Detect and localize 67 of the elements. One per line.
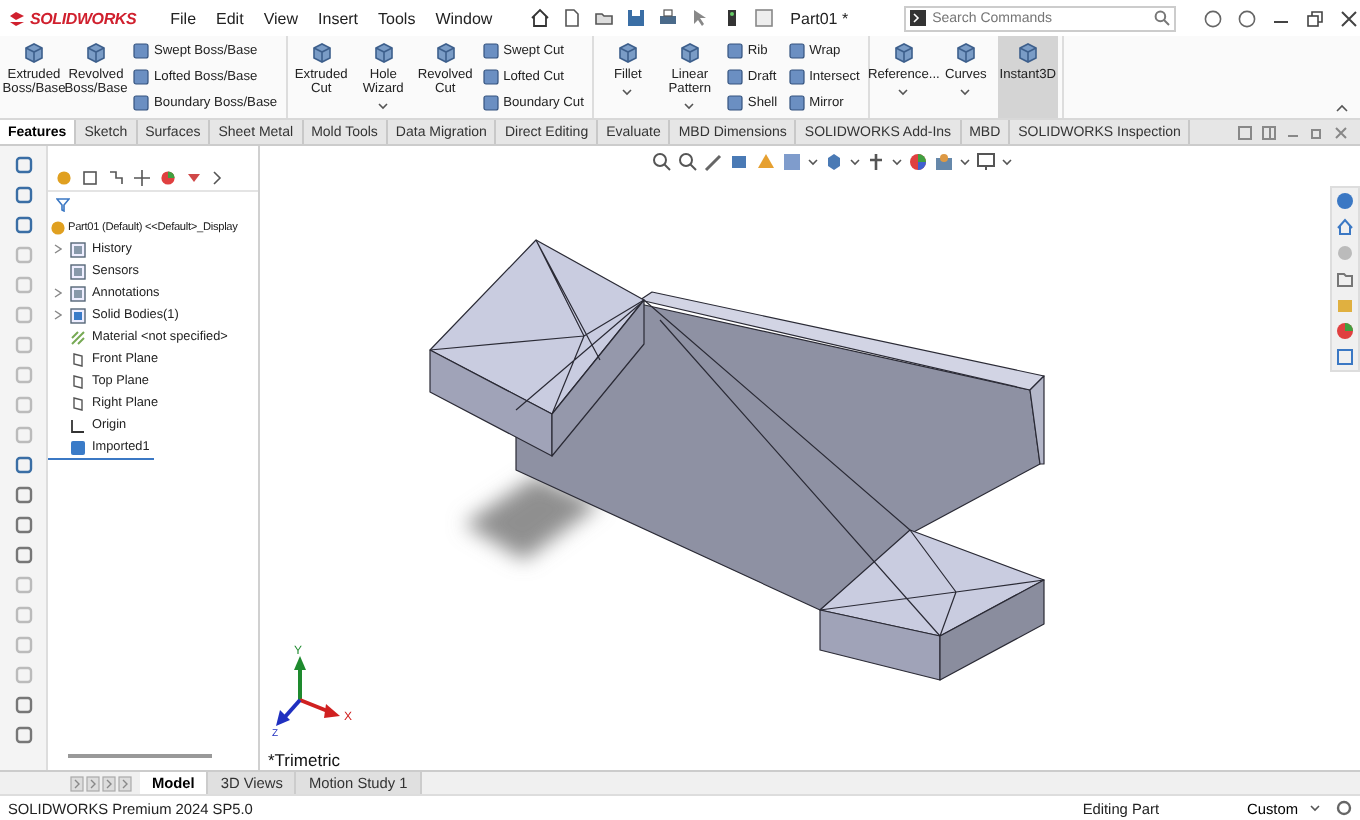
shadow-shape <box>464 476 600 560</box>
save-icon[interactable] <box>626 8 647 28</box>
caret-icon[interactable] <box>1002 158 1012 166</box>
logo-icon <box>8 9 26 27</box>
caret-icon[interactable] <box>960 158 970 166</box>
cube-icon[interactable] <box>309 40 334 64</box>
menu-item[interactable]: View <box>261 9 301 27</box>
3d-model-drawing[interactable] <box>429 239 1045 681</box>
navigation-arrow-icon[interactable] <box>86 775 100 791</box>
navigation-arrow-icon[interactable] <box>102 775 116 791</box>
new-document-icon[interactable] <box>562 8 583 28</box>
home-icon[interactable] <box>530 8 551 28</box>
appearance-icon[interactable] <box>1336 322 1354 340</box>
folder-icon[interactable] <box>1336 270 1354 288</box>
view-name: *Trimetric <box>268 750 341 770</box>
open-folder-icon[interactable] <box>594 8 615 28</box>
caret-icon[interactable] <box>808 158 818 166</box>
cube-icon[interactable] <box>84 40 108 64</box>
scene-icon[interactable] <box>934 152 954 172</box>
origin-icon <box>70 417 86 433</box>
appearance-icon[interactable] <box>160 170 176 186</box>
cube-icon[interactable] <box>891 40 916 64</box>
menu-item[interactable]: File <box>168 9 199 27</box>
scroll-bar[interactable] <box>68 754 212 758</box>
pointer-icon[interactable] <box>690 8 711 28</box>
menu-item[interactable]: Window <box>433 9 495 27</box>
restore-icon[interactable] <box>1306 9 1325 27</box>
cube-icon[interactable] <box>615 40 640 64</box>
body-icon <box>70 439 86 455</box>
tile-icon[interactable] <box>1262 125 1276 139</box>
app-logo: SOLIDWORKS <box>30 9 137 27</box>
cube-icon[interactable] <box>677 40 702 64</box>
cube-icon[interactable] <box>371 40 396 64</box>
terminal-icon <box>910 10 927 26</box>
filter-icon[interactable] <box>56 197 70 211</box>
menu-item[interactable]: Tools <box>376 9 418 27</box>
caret-icon[interactable] <box>898 88 909 96</box>
caret-icon[interactable] <box>960 88 971 96</box>
printer-icon[interactable] <box>658 8 679 28</box>
caret-icon[interactable] <box>622 88 633 96</box>
caret-icon[interactable] <box>1310 804 1320 812</box>
chevron-icon[interactable] <box>212 170 222 186</box>
menu-item[interactable]: Insert <box>316 9 361 27</box>
zoom-to-fit-icon[interactable] <box>652 152 672 172</box>
menu-item[interactable]: Edit <box>214 9 246 27</box>
navigation-arrow-icon[interactable] <box>70 775 84 791</box>
caret-icon[interactable] <box>892 158 902 166</box>
pencil-icon[interactable] <box>704 152 724 172</box>
tile-icon[interactable] <box>1238 125 1252 139</box>
close-icon[interactable] <box>1340 9 1359 27</box>
material-icon <box>70 329 86 345</box>
cube-icon[interactable] <box>433 40 458 64</box>
cube-icon[interactable] <box>1015 40 1040 64</box>
caret-icon[interactable] <box>684 102 695 110</box>
monitor-icon[interactable] <box>976 152 996 172</box>
collapse-icon[interactable] <box>1336 104 1348 112</box>
cube-icon[interactable] <box>22 40 46 64</box>
zoom-area-icon[interactable] <box>678 152 698 172</box>
caret-icon[interactable] <box>378 102 389 110</box>
navigation-arrow-icon[interactable] <box>118 775 132 791</box>
cube-icon[interactable] <box>953 40 978 64</box>
document-title: Part01 * <box>790 9 849 27</box>
axis-triad-drawing <box>276 656 340 726</box>
appearance-icon[interactable] <box>908 152 928 172</box>
search-icon[interactable] <box>1154 10 1171 26</box>
caret-icon[interactable] <box>850 158 860 166</box>
crosshair-icon[interactable] <box>134 170 150 186</box>
